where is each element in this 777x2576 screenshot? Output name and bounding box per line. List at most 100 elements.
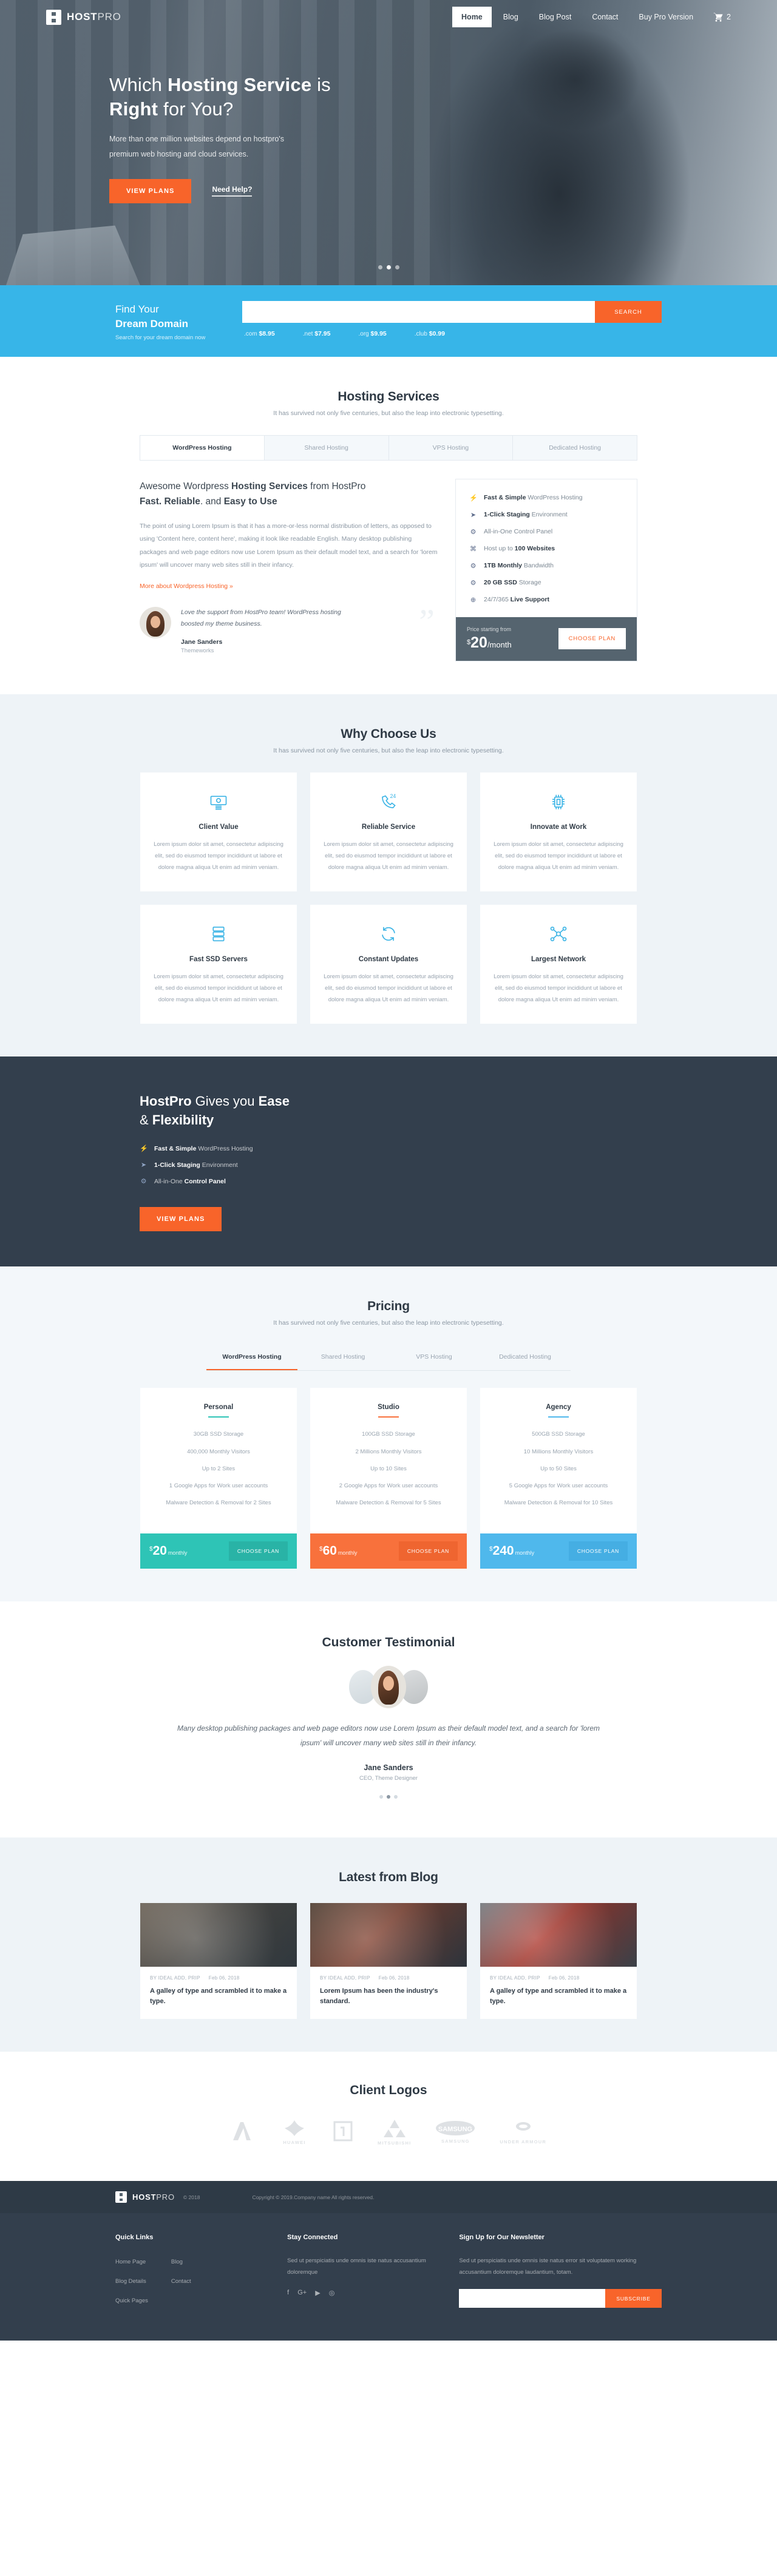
footer-link-blog-details[interactable]: Blog Details [115, 2278, 146, 2285]
svg-text:24: 24 [390, 793, 396, 799]
plan-feature: Malware Detection & Removal for 5 Sites [336, 1499, 441, 1507]
site-logo[interactable]: HOSTPRO [46, 9, 121, 25]
hero-dot-1[interactable] [378, 265, 382, 269]
price-value: $20/month [467, 634, 512, 651]
pricing-tab-shared-hosting[interactable]: Shared Hosting [297, 1345, 388, 1370]
instagram-icon[interactable]: ◎ [329, 2289, 335, 2297]
hosting-testimonial-name: Jane Sanders [181, 638, 223, 646]
plan-name: Agency [546, 1404, 571, 1411]
pricing-tab-dedicated-hosting[interactable]: Dedicated Hosting [480, 1345, 571, 1370]
footer-link-contact[interactable]: Contact [171, 2278, 191, 2285]
why-choose-us-title: Why Choose Us [341, 726, 436, 741]
subscribe-button[interactable]: SUBSCRIBE [605, 2289, 662, 2308]
plan-footer: $240 monthly CHOOSE PLAN [480, 1533, 637, 1569]
nav-item-blog-post[interactable]: Blog Post [530, 7, 581, 27]
logo-mark-icon [115, 2191, 127, 2203]
footer-logo[interactable]: HOSTPRO [115, 2191, 175, 2203]
tab-vps-hosting[interactable]: VPS Hosting [389, 435, 514, 460]
why-card-client-value[interactable]: Client Value Lorem ipsum dolor sit amet,… [140, 772, 297, 891]
why-card-title: Client Value [198, 823, 239, 831]
domain-price-club: .club $0.99 [414, 330, 445, 337]
samsung-logo: SAMSUNG SAMSUNG [435, 2120, 475, 2144]
blog-post-card[interactable]: BY IDEAL ADD, PRIP Feb 06, 2018 Lorem Ips… [310, 1903, 467, 2020]
hosting-price-footer: Price starting from $20/month CHOOSE PLA… [456, 617, 637, 661]
more-about-wordpress-hosting-link[interactable]: More about Wordpress Hosting » [140, 583, 233, 590]
plan-feature: 5 Google Apps for Work user accounts [509, 1482, 608, 1489]
why-card-innovate-at-work[interactable]: Innovate at Work Lorem ipsum dolor sit a… [480, 772, 637, 891]
why-card-reliable-service[interactable]: 24 Reliable Service Lorem ipsum dolor si… [310, 772, 467, 891]
nav-item-blog[interactable]: Blog [494, 7, 528, 27]
globe-icon: ⊕ [470, 596, 477, 604]
phone-24h-icon: 24 [324, 789, 453, 814]
testimonial-dots [115, 1795, 662, 1799]
nav-item-buy-pro-version[interactable]: Buy Pro Version [629, 7, 702, 27]
feature-item: ⚙ All-in-One Control Panel [470, 528, 553, 536]
nav-item-contact[interactable]: Contact [583, 7, 627, 27]
oneplus-logo [333, 2120, 353, 2145]
google-plus-icon[interactable]: G+ [297, 2289, 307, 2297]
plan-choose-button[interactable]: CHOOSE PLAN [568, 1541, 628, 1561]
gear-icon: ⚙ [470, 562, 477, 570]
tab-dedicated-hosting[interactable]: Dedicated Hosting [513, 436, 637, 460]
view-plans-button[interactable]: VIEW PLANS [109, 178, 192, 203]
feature-item: ⊕ 24/7/365 Live Support [470, 596, 549, 604]
testimonial-dot-3[interactable] [394, 1795, 398, 1799]
feature-item: ⌘ Host up to 100 Websites [470, 545, 555, 553]
domain-price-list: .com $8.95 .net $7.95 .org $9.95 .club $… [242, 330, 662, 337]
testimonial-dot-1[interactable] [379, 1795, 383, 1799]
plan-choose-button[interactable]: CHOOSE PLAN [398, 1541, 458, 1561]
ease-feature-item: ⚙ All-in-One Control Panel [140, 1177, 226, 1186]
hero-dot-2[interactable] [386, 265, 391, 269]
pricing-tab-wordpress-hosting[interactable]: WordPress Hosting [206, 1345, 297, 1371]
footer-link-quick-pages[interactable]: Quick Pages [115, 2297, 148, 2304]
plan-feature: 400,000 Monthly Visitors [187, 1448, 250, 1455]
need-help-link[interactable]: Need Help? [212, 185, 253, 197]
facebook-icon[interactable]: f [287, 2289, 289, 2297]
blog-date: Feb 06, 2018 [548, 1975, 580, 1981]
testimonial-quote: Many desktop publishing packages and web… [177, 1724, 600, 1747]
footer-year: © 2018 [183, 2194, 200, 2200]
cart-button[interactable]: 2 [713, 12, 731, 22]
domain-search-button[interactable]: SEARCH [595, 301, 662, 323]
feature-item: ⚙ 20 GB SSD Storage [470, 579, 541, 587]
why-card-body: Lorem ipsum dolor sit amet, consectetur … [324, 840, 453, 871]
blog-post-card[interactable]: BY IDEAL ADD, PRIP Feb 06, 2018 A galley … [480, 1903, 637, 2020]
plan-choose-button[interactable]: CHOOSE PLAN [228, 1541, 288, 1561]
testimonial-name: Jane Sanders [364, 1763, 413, 1773]
plan-feature: 30GB SSD Storage [193, 1431, 244, 1438]
blog-thumbnail [480, 1903, 637, 1967]
blog-post-title: Lorem Ipsum has been the industry's stan… [320, 1987, 438, 2006]
footer-link-blog[interactable]: Blog [171, 2259, 183, 2265]
footer-link-home-page[interactable]: Home Page [115, 2259, 146, 2265]
ease-view-plans-button[interactable]: VIEW PLANS [140, 1207, 222, 1232]
nav-item-home[interactable]: Home [452, 7, 492, 27]
tab-shared-hosting[interactable]: Shared Hosting [265, 435, 389, 460]
footer-quick-links-title: Quick Links [115, 2234, 154, 2242]
why-card-fast-ssd-servers[interactable]: Fast SSD Servers Lorem ipsum dolor sit a… [140, 904, 297, 1024]
top-navigation-bar: HOSTPRO Home Blog Blog Post Contact Buy … [0, 0, 777, 34]
plan-studio: Studio 100GB SSD Storage 2 Millions Mont… [310, 1388, 467, 1569]
blog-post-card[interactable]: BY IDEAL ADD, PRIP Feb 06, 2018 A galley … [140, 1903, 297, 2020]
ease-headline: HostPro Gives you Ease & Flexibility [140, 1093, 290, 1128]
footer-quick-links: Quick Links Home Page Blog Details Quick… [115, 2234, 265, 2314]
choose-plan-button[interactable]: CHOOSE PLAN [558, 628, 626, 650]
why-card-constant-updates[interactable]: Constant Updates Lorem ipsum dolor sit a… [310, 904, 467, 1024]
plan-feature: Malware Detection & Removal for 10 Sites [504, 1499, 613, 1507]
price-label: Price starting from [467, 626, 512, 632]
cursor-icon: ➤ [470, 511, 477, 519]
hero-dot-3[interactable] [395, 265, 399, 269]
blog-post-title: A galley of type and scrambled it to mak… [150, 1987, 287, 2006]
tab-wordpress-hosting[interactable]: WordPress Hosting [140, 435, 265, 460]
blog-post-title: A galley of type and scrambled it to mak… [490, 1987, 627, 2006]
domain-search-input[interactable] [242, 301, 595, 323]
why-card-largest-network[interactable]: Largest Network Lorem ipsum dolor sit am… [480, 904, 637, 1024]
why-card-title: Fast SSD Servers [189, 955, 248, 963]
footer-copyright: Copyright © 2019.Company name All rights… [252, 2194, 375, 2200]
hero-subtitle: More than one million websites depend on… [109, 134, 284, 158]
pricing-tab-vps-hosting[interactable]: VPS Hosting [388, 1345, 480, 1370]
pricing-plans: Personal 30GB SSD Storage 400,000 Monthl… [115, 1388, 662, 1569]
newsletter-email-input[interactable] [459, 2289, 606, 2308]
testimonial-dot-2[interactable] [387, 1795, 390, 1799]
youtube-icon[interactable]: ▶ [315, 2289, 320, 2297]
plan-feature: 100GB SSD Storage [362, 1431, 415, 1438]
